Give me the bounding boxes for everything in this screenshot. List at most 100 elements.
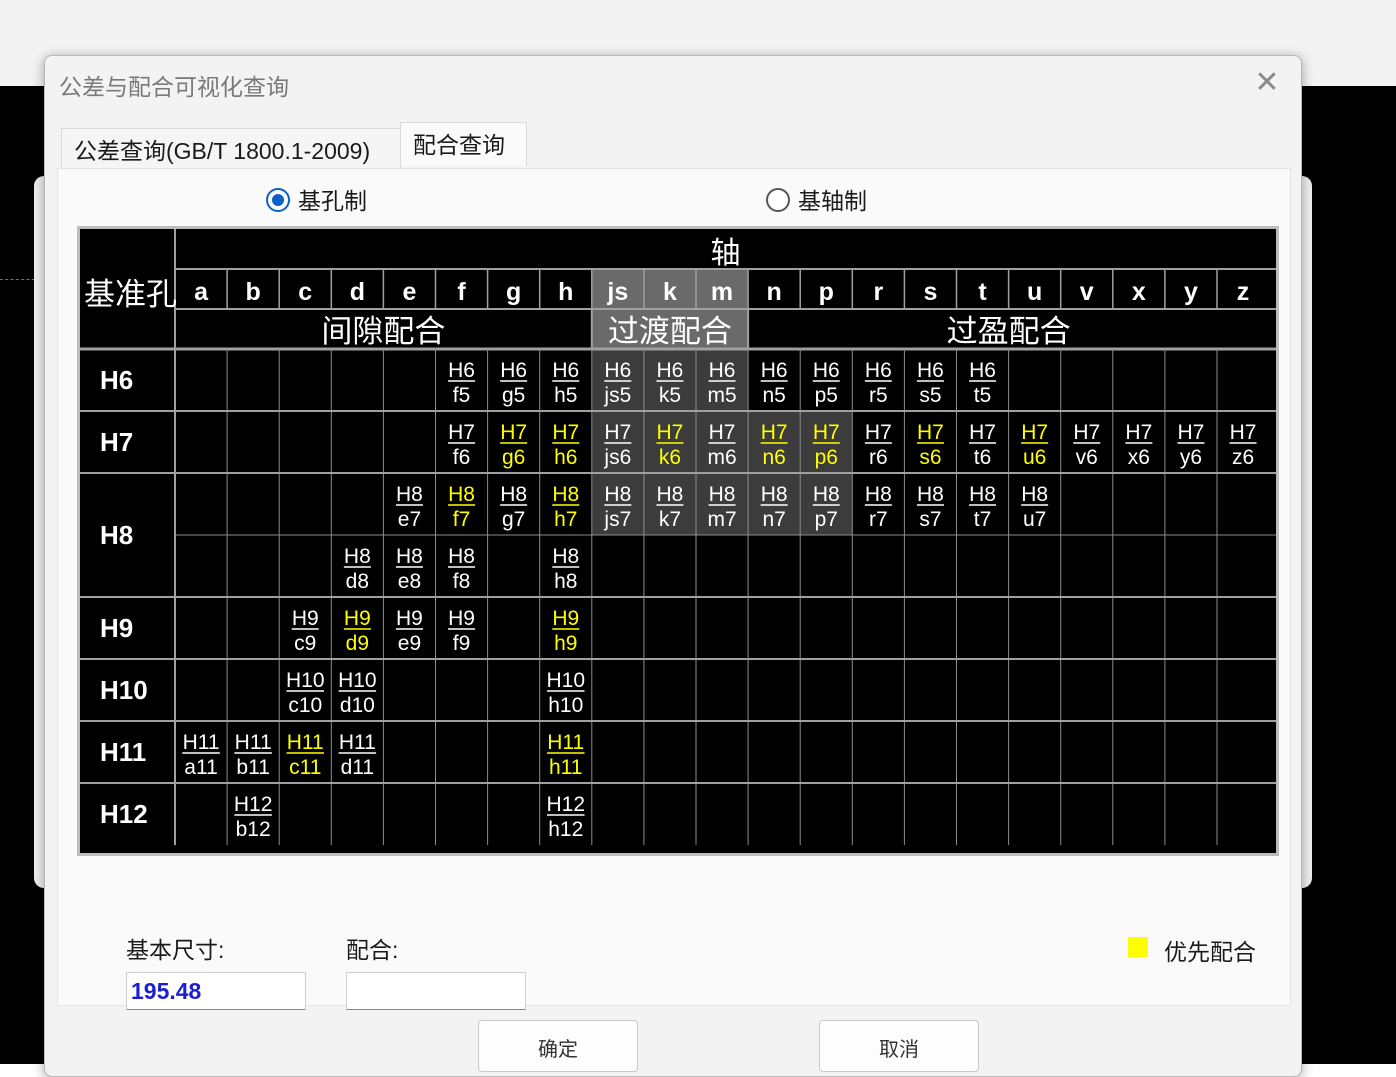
fit-shaft-H8-s7[interactable]: s7	[919, 508, 941, 531]
fit-hole-H11-c11[interactable]: H11	[287, 731, 324, 754]
fit-shaft-H10-h10[interactable]: h10	[548, 694, 583, 717]
fit-hole-H6-p5[interactable]: H6	[813, 359, 840, 382]
fit-shaft-H6-f5[interactable]: f5	[453, 384, 471, 407]
basic-size-input[interactable]: 195.48	[126, 972, 306, 1010]
fit-shaft-H8-h8[interactable]: h8	[554, 570, 577, 593]
fit-shaft-H6-p5[interactable]: p5	[815, 384, 838, 407]
ok-button[interactable]: 确定	[478, 1020, 638, 1072]
fit-shaft-H12-h12[interactable]: h12	[548, 818, 583, 841]
fit-hole-H8-m7[interactable]: H8	[709, 483, 736, 506]
fit-shaft-H7-m6[interactable]: m6	[707, 446, 736, 469]
fit-input[interactable]	[346, 972, 526, 1010]
fit-hole-H8-f8[interactable]: H8	[448, 545, 475, 568]
fit-shaft-H11-h11[interactable]: h11	[549, 756, 582, 779]
fit-hole-H7-y6[interactable]: H7	[1178, 421, 1205, 444]
fit-hole-H8-p7[interactable]: H8	[813, 483, 840, 506]
radio-unchecked-icon[interactable]	[766, 188, 790, 212]
fit-hole-H7-u6[interactable]: H7	[1021, 421, 1048, 444]
fit-hole-H8-u7[interactable]: H8	[1021, 483, 1048, 506]
fit-hole-H11-b11[interactable]: H11	[235, 731, 272, 754]
fit-shaft-H7-y6[interactable]: y6	[1180, 446, 1202, 469]
fit-hole-H6-js5[interactable]: H6	[604, 359, 631, 382]
fit-hole-H11-a11[interactable]: H11	[183, 731, 220, 754]
fit-shaft-H11-c11[interactable]: c11	[289, 756, 321, 779]
fit-hole-H6-t5[interactable]: H6	[969, 359, 996, 382]
fit-shaft-H8-js7[interactable]: js7	[603, 508, 631, 531]
fit-hole-H8-d8[interactable]: H8	[344, 545, 371, 568]
fit-shaft-H9-e9[interactable]: e9	[398, 632, 421, 655]
fit-hole-H8-t7[interactable]: H8	[969, 483, 996, 506]
fit-hole-H6-h5[interactable]: H6	[552, 359, 579, 382]
fit-hole-H10-c10[interactable]: H10	[286, 669, 325, 692]
fit-shaft-H11-b11[interactable]: b11	[236, 756, 269, 779]
fit-shaft-H8-k7[interactable]: k7	[659, 508, 681, 531]
fit-hole-H6-k5[interactable]: H6	[657, 359, 684, 382]
fit-hole-H8-s7[interactable]: H8	[917, 483, 944, 506]
fit-shaft-H6-m5[interactable]: m5	[707, 384, 736, 407]
fit-shaft-H8-p7[interactable]: p7	[815, 508, 838, 531]
fit-hole-H8-f7[interactable]: H8	[448, 483, 475, 506]
fit-shaft-H8-u7[interactable]: u7	[1023, 508, 1046, 531]
fit-shaft-H11-d11[interactable]: d11	[341, 756, 374, 779]
fit-shaft-H8-g7[interactable]: g7	[502, 508, 525, 531]
fit-shaft-H10-c10[interactable]: c10	[288, 694, 322, 717]
fit-hole-H7-n6[interactable]: H7	[761, 421, 788, 444]
fit-shaft-H8-e7[interactable]: e7	[398, 508, 421, 531]
fit-hole-H7-r6[interactable]: H7	[865, 421, 892, 444]
fit-hole-H9-h9[interactable]: H9	[552, 607, 579, 630]
fit-shaft-H10-d10[interactable]: d10	[340, 694, 375, 717]
fit-hole-H7-t6[interactable]: H7	[969, 421, 996, 444]
fit-hole-H7-m6[interactable]: H7	[709, 421, 736, 444]
fit-shaft-H7-k6[interactable]: k6	[659, 446, 681, 469]
fit-hole-H9-e9[interactable]: H9	[396, 607, 423, 630]
fit-hole-H9-d9[interactable]: H9	[344, 607, 371, 630]
fit-hole-H11-h11[interactable]: H11	[547, 731, 584, 754]
fit-hole-H8-r7[interactable]: H8	[865, 483, 892, 506]
fit-shaft-H7-g6[interactable]: g6	[502, 446, 525, 469]
fit-hole-H7-g6[interactable]: H7	[500, 421, 527, 444]
fit-shaft-H9-h9[interactable]: h9	[554, 632, 577, 655]
fit-shaft-H9-f9[interactable]: f9	[453, 632, 471, 655]
fit-hole-H7-v6[interactable]: H7	[1073, 421, 1100, 444]
close-icon[interactable]: ✕	[1251, 68, 1283, 100]
fit-shaft-H6-n5[interactable]: n5	[762, 384, 785, 407]
fit-shaft-H7-r6[interactable]: r6	[869, 446, 888, 469]
fit-shaft-H8-e8[interactable]: e8	[398, 570, 421, 593]
fit-hole-H10-h10[interactable]: H10	[546, 669, 585, 692]
fit-shaft-H7-v6[interactable]: v6	[1076, 446, 1098, 469]
fit-hole-H7-p6[interactable]: H7	[813, 421, 840, 444]
fit-shaft-H9-c9[interactable]: c9	[294, 632, 316, 655]
fit-shaft-H6-k5[interactable]: k5	[659, 384, 681, 407]
fit-hole-H7-js6[interactable]: H7	[604, 421, 631, 444]
fit-shaft-H8-m7[interactable]: m7	[707, 508, 736, 531]
tab-tolerance-query[interactable]: 公差查询(GB/T 1800.1-2009)	[61, 128, 401, 168]
fit-shaft-H6-js5[interactable]: js5	[603, 384, 631, 407]
fit-shaft-H7-s6[interactable]: s6	[919, 446, 941, 469]
fit-hole-H6-m5[interactable]: H6	[709, 359, 736, 382]
fit-shaft-H8-h7[interactable]: h7	[554, 508, 577, 531]
fit-shaft-H8-r7[interactable]: r7	[869, 508, 888, 531]
fit-shaft-H12-b12[interactable]: b12	[236, 818, 271, 841]
fit-shaft-H8-f7[interactable]: f7	[453, 508, 471, 531]
fit-shaft-H8-d8[interactable]: d8	[346, 570, 369, 593]
radio-shaft-basis[interactable]: 基轴制	[766, 186, 886, 216]
fit-hole-H10-d10[interactable]: H10	[338, 669, 377, 692]
fit-hole-H8-k7[interactable]: H8	[657, 483, 684, 506]
fit-hole-H7-k6[interactable]: H7	[657, 421, 684, 444]
fit-hole-H12-h12[interactable]: H12	[546, 793, 585, 816]
fit-hole-H7-x6[interactable]: H7	[1125, 421, 1152, 444]
fit-shaft-H7-u6[interactable]: u6	[1023, 446, 1046, 469]
fit-hole-H8-n7[interactable]: H8	[761, 483, 788, 506]
cancel-button[interactable]: 取消	[819, 1020, 979, 1072]
fit-hole-H9-c9[interactable]: H9	[292, 607, 319, 630]
fit-shaft-H7-js6[interactable]: js6	[603, 446, 631, 469]
fit-hole-H8-h8[interactable]: H8	[552, 545, 579, 568]
fit-shaft-H9-d9[interactable]: d9	[346, 632, 369, 655]
fit-shaft-H6-h5[interactable]: h5	[554, 384, 577, 407]
fit-hole-H9-f9[interactable]: H9	[448, 607, 475, 630]
fit-shaft-H7-t6[interactable]: t6	[974, 446, 992, 469]
radio-hole-basis[interactable]: 基孔制	[266, 186, 386, 216]
fit-shaft-H7-h6[interactable]: h6	[554, 446, 577, 469]
fit-hole-H12-b12[interactable]: H12	[234, 793, 273, 816]
fit-hole-H8-h7[interactable]: H8	[552, 483, 579, 506]
